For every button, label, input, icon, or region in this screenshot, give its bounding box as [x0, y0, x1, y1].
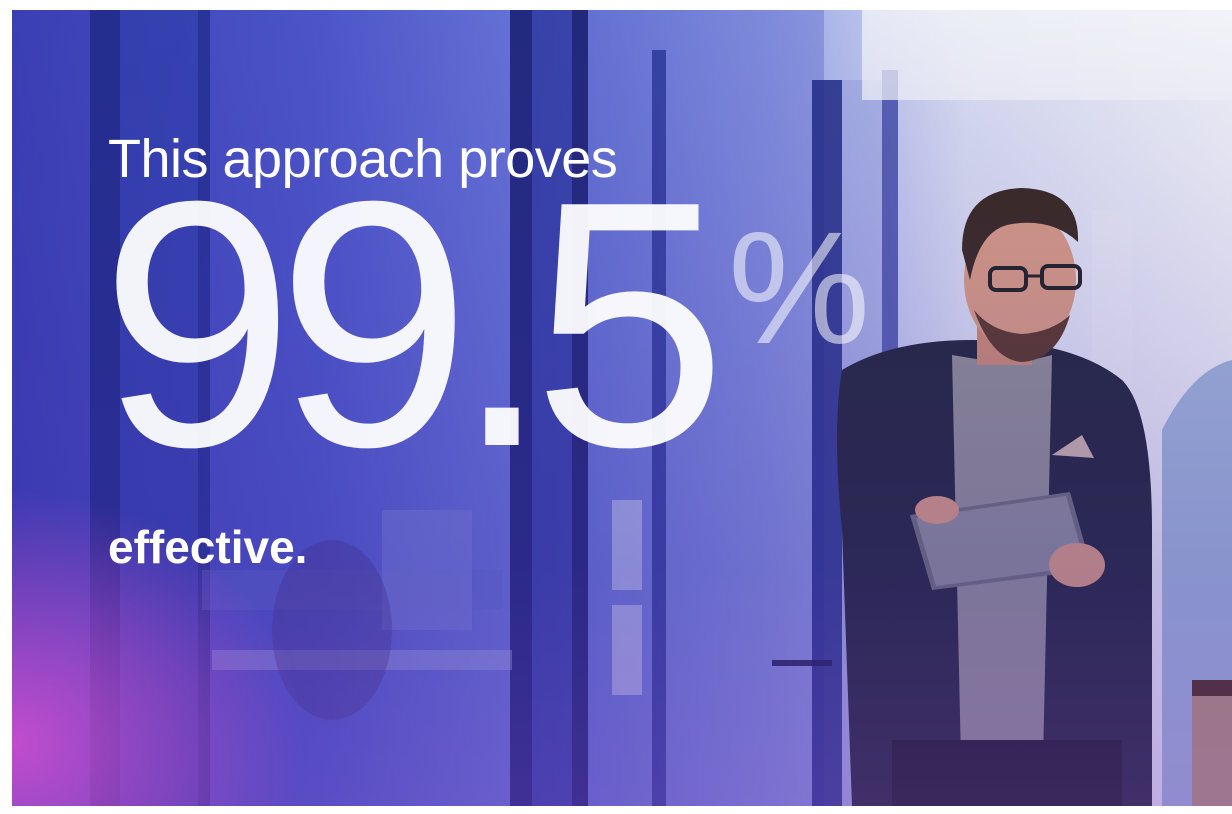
- stat-number: 99.5: [100, 129, 727, 520]
- slide-frame: This approach proves 99.5 % effective.: [0, 0, 1232, 814]
- tagline-text: effective.: [108, 521, 308, 573]
- stat-unit: %: [728, 198, 871, 377]
- person-partial: [1162, 360, 1232, 806]
